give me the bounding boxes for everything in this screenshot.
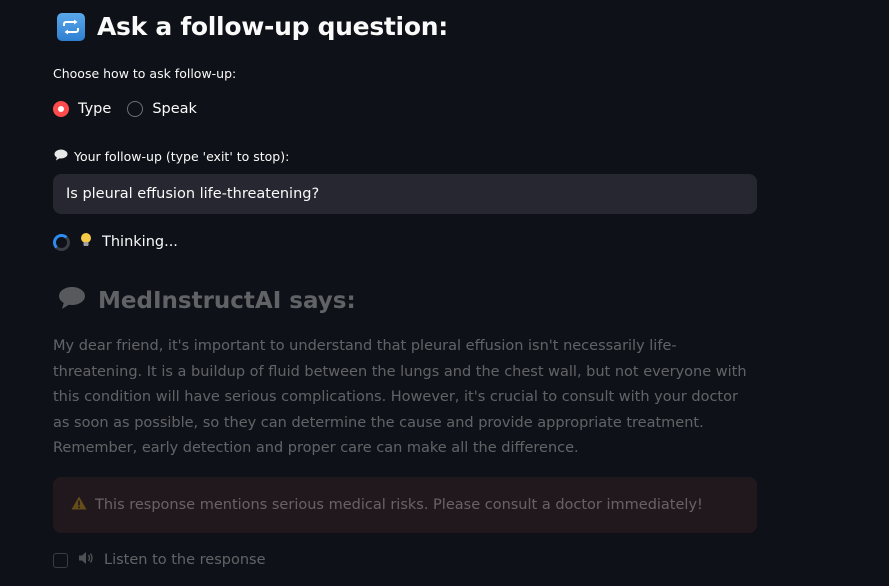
warning-icon [71,496,87,514]
listen-checkbox[interactable] [53,552,68,568]
followup-label-text: Your follow-up (type 'exit' to stop): [74,149,290,164]
response-heading-text: MedInstructAI says: [98,288,356,314]
speech-bubble-icon [58,286,86,316]
radio-type-label: Type [78,101,112,117]
response-heading: MedInstructAI says: [58,286,356,316]
listen-label: Listen to the response [104,552,266,568]
radio-type[interactable]: Type [53,101,111,117]
section-title-text: Ask a follow-up question: [97,12,448,41]
repeat-icon [57,12,85,41]
followup-label: Your follow-up (type 'exit' to stop): [54,149,289,164]
listen-checkbox-row[interactable]: Listen to the response [53,551,266,569]
warning-alert: This response mentions serious medical r… [53,477,757,533]
thinking-status: Thinking... [53,232,178,252]
radio-speak-label: Speak [152,101,197,117]
lightbulb-icon [80,232,92,252]
response-body: My dear friend, it's important to unders… [53,338,747,456]
speaker-icon [78,551,94,569]
followup-input[interactable] [53,174,757,214]
radio-speak-indicator[interactable] [127,101,144,117]
thinking-text: Thinking... [102,234,178,250]
warning-text: This response mentions serious medical r… [95,497,703,513]
spinner-icon [53,233,70,251]
section-title: Ask a follow-up question: [57,12,448,41]
mode-label: Choose how to ask follow-up: [53,66,237,81]
radio-speak[interactable]: Speak [127,101,197,117]
mode-radio-group: Type Speak [53,101,197,117]
radio-type-indicator[interactable] [53,101,69,117]
page: Ask a follow-up question: Choose how to … [0,0,889,586]
speech-bubble-icon [54,149,68,164]
